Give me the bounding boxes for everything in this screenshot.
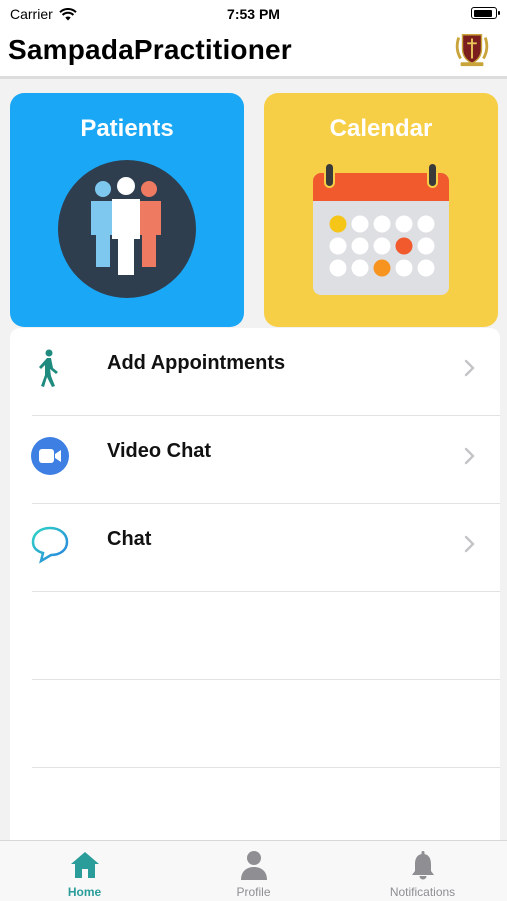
- crest-logo-icon: [455, 34, 489, 67]
- tab-notifications[interactable]: Notifications: [338, 841, 507, 901]
- patients-group-icon: [58, 160, 196, 298]
- menu-list: Add Appointments Video Chat Chat: [10, 328, 500, 840]
- calendar-card-label: Calendar: [329, 115, 433, 142]
- patients-card[interactable]: Patients: [10, 93, 244, 327]
- chevron-right-icon: [464, 447, 475, 465]
- list-divider: [32, 767, 500, 768]
- tab-profile[interactable]: Profile: [169, 841, 338, 901]
- status-time: 7:53 PM: [227, 6, 280, 22]
- walking-person-icon: [39, 349, 58, 387]
- chat-bubble-icon: [31, 526, 69, 564]
- home-icon: [70, 852, 99, 878]
- tab-label: Notifications: [389, 885, 456, 899]
- calendar-card[interactable]: Calendar: [264, 93, 498, 327]
- list-item-video-chat[interactable]: Video Chat: [10, 416, 500, 504]
- chevron-right-icon: [464, 359, 475, 377]
- app-header: SampadaPractitioner: [0, 28, 507, 79]
- tab-label: Profile: [236, 885, 271, 899]
- tab-label: Home: [67, 885, 102, 899]
- app-title: SampadaPractitioner: [8, 34, 292, 65]
- calendar-icon: [313, 163, 449, 295]
- list-item-label: Video Chat: [107, 440, 212, 462]
- bell-icon: [411, 851, 434, 880]
- list-item-label: Add Appointments: [107, 352, 286, 374]
- list-item-chat[interactable]: Chat: [10, 504, 500, 592]
- patients-card-label: Patients: [80, 115, 174, 142]
- status-bar: Carrier 7:53 PM: [0, 0, 507, 28]
- chevron-right-icon: [464, 535, 475, 553]
- tab-bar: Home Profile Notifications: [0, 840, 507, 901]
- list-item-label: Chat: [107, 528, 152, 550]
- tab-home[interactable]: Home: [0, 841, 169, 901]
- profile-icon: [240, 851, 267, 880]
- list-item-add-appointments[interactable]: Add Appointments: [10, 328, 500, 416]
- video-camera-icon: [31, 437, 69, 475]
- list-divider: [32, 679, 500, 680]
- list-divider: [32, 591, 500, 592]
- battery-icon: [471, 7, 500, 19]
